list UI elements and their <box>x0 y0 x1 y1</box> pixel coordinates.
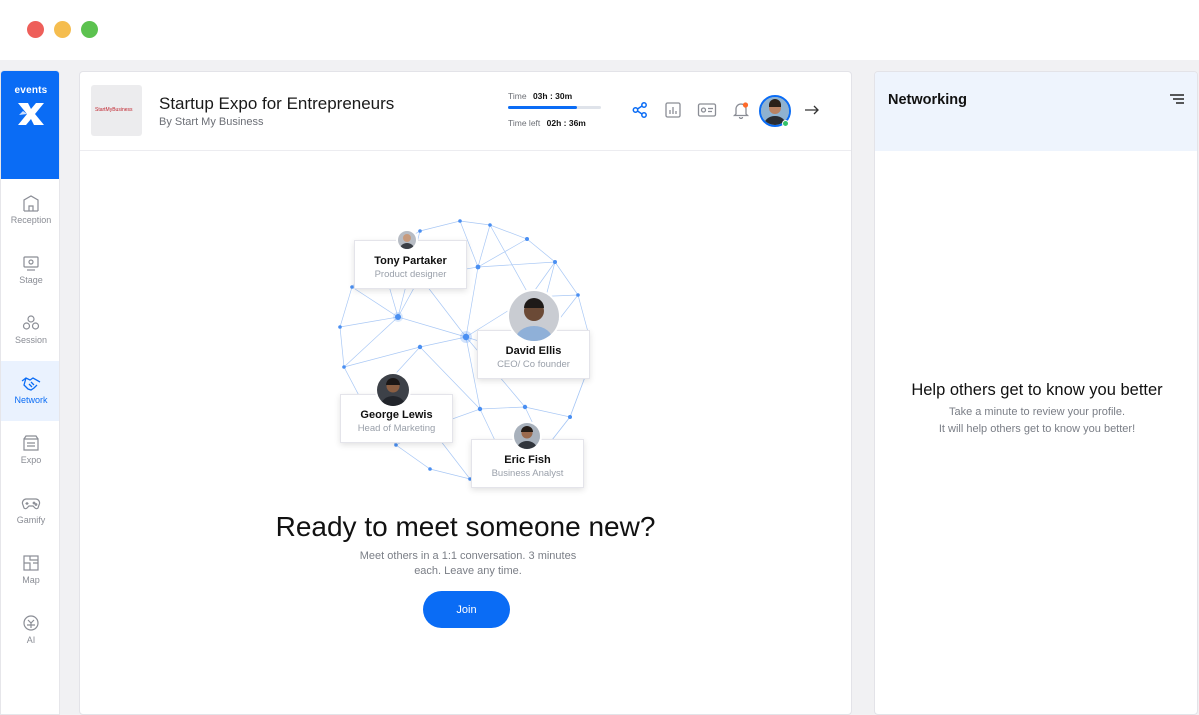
person-role: Business Analyst <box>491 468 564 479</box>
badge-card-icon[interactable] <box>697 101 717 119</box>
person-name: George Lewis <box>360 409 433 421</box>
event-organizer: By Start My Business <box>159 116 264 128</box>
profile-prompt-line1: Take a minute to review your profile. <box>948 406 1126 418</box>
sidebar-item-network[interactable]: Network <box>1 361 59 421</box>
sidebar-item-session[interactable]: Session <box>1 301 59 361</box>
online-status-dot <box>782 120 789 127</box>
main-panel: StartMyBusiness Startup Expo for Entrepr… <box>79 71 852 715</box>
profile-prompt-title: Help others get to know you better <box>911 381 1163 399</box>
session-icon <box>22 315 40 330</box>
networking-description: Meet others in a 1:1 conversation. 3 min… <box>359 550 577 577</box>
filter-menu-icon[interactable] <box>1169 92 1185 106</box>
booth-icon <box>23 435 39 451</box>
network-illustration: Tony Partaker Product designer David Ell… <box>330 217 620 497</box>
time-label: Time <box>508 91 527 101</box>
sidebar-item-label: Gamify <box>16 515 46 525</box>
sidebar-item-ai[interactable]: AI <box>1 601 59 661</box>
sidebar-item-label: Stage <box>19 275 43 285</box>
handshake-icon <box>21 377 41 391</box>
gamepad-icon <box>21 498 41 510</box>
bell-icon[interactable] <box>732 101 750 119</box>
networking-headline: Ready to meet someone new? <box>275 511 656 542</box>
brand-name: events <box>14 85 48 96</box>
profile-photo-eric <box>512 421 542 451</box>
brand-logo[interactable]: events <box>1 71 59 179</box>
window-close-button[interactable] <box>27 21 44 38</box>
person-name: Tony Partaker <box>374 255 447 267</box>
networking-panel: Networking Help others get to know you b… <box>874 71 1198 715</box>
time-value: 03h : 30m <box>532 91 573 101</box>
event-duration: Time 03h : 30m <box>508 91 572 101</box>
time-remaining: Time left 02h : 36m <box>508 118 586 128</box>
person-role: Product designer <box>374 269 447 280</box>
join-button[interactable]: Join <box>423 591 510 628</box>
person-name: Eric Fish <box>504 454 551 466</box>
sidebar-item-label: AI <box>26 635 36 645</box>
sidebar-item-label: Session <box>14 335 48 345</box>
profile-prompt-line2: It will help others get to know you bett… <box>938 423 1136 435</box>
sidebar-item-gamify[interactable]: Gamify <box>1 481 59 541</box>
organizer-logo-text: StartMyBusiness <box>95 107 133 113</box>
event-header: StartMyBusiness Startup Expo for Entrepr… <box>80 72 851 151</box>
leaderboard-icon[interactable] <box>664 101 682 119</box>
time-left-label: Time left <box>508 118 541 128</box>
sidebar-item-expo[interactable]: Expo <box>1 421 59 481</box>
sidebar-item-label: Map <box>22 575 40 585</box>
person-name: David Ellis <box>505 345 562 357</box>
sidebar-item-label: Reception <box>10 215 52 225</box>
sidebar-item-label: Network <box>14 395 48 405</box>
networking-panel-title: Networking <box>888 92 967 108</box>
share-icon[interactable] <box>631 101 649 119</box>
exit-arrow-icon[interactable] <box>803 101 821 119</box>
person-role: CEO/ Co founder <box>497 359 570 370</box>
stage-icon <box>23 256 39 271</box>
building-icon <box>23 195 39 212</box>
sidebar-item-label: Expo <box>20 455 42 465</box>
window-titlebar <box>0 0 1199 60</box>
x-logo-icon <box>18 103 44 125</box>
time-progress-fill <box>508 106 577 109</box>
profile-photo-tony <box>396 229 418 251</box>
sidebar-item-map[interactable]: Map <box>1 541 59 601</box>
sidebar-item-stage[interactable]: Stage <box>1 241 59 301</box>
organizer-logo: StartMyBusiness <box>91 85 142 136</box>
sidebar-item-reception[interactable]: Reception <box>1 181 59 241</box>
person-role: Head of Marketing <box>357 423 436 434</box>
profile-photo-david <box>507 289 561 343</box>
profile-photo-george <box>375 372 411 408</box>
window-minimize-button[interactable] <box>54 21 71 38</box>
ai-icon <box>23 615 39 631</box>
time-left-value: 02h : 36m <box>546 118 586 128</box>
event-title: Startup Expo for Entrepreneurs <box>159 94 395 113</box>
left-sidebar: events Reception Stage Session Network E… <box>0 70 60 715</box>
networking-panel-header: Networking <box>875 72 1197 151</box>
time-progress-bar <box>508 106 601 109</box>
map-icon <box>23 555 39 571</box>
window-maximize-button[interactable] <box>81 21 98 38</box>
